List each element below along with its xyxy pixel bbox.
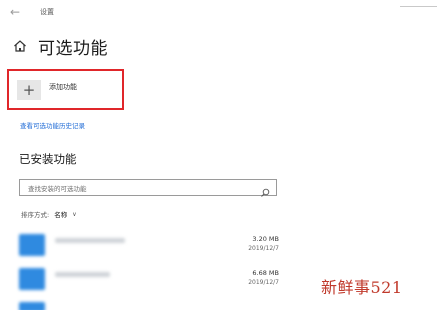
add-feature-button[interactable]: + 添加功能	[17, 80, 77, 100]
feature-app-icon	[19, 268, 45, 290]
add-feature-label: 添加功能	[49, 83, 77, 91]
feature-size: 3.20 MB	[252, 235, 279, 243]
installed-features-heading: 已安装功能	[19, 152, 77, 166]
settings-window: ← 设置 可选功能 + 添加功能 查看可选功能历史记录 已安装功能 查找安装的可…	[0, 0, 437, 310]
title-bar: ← 设置	[0, 0, 437, 26]
feature-app-icon	[19, 234, 45, 256]
feature-date: 2019/12/7	[248, 279, 279, 286]
page-header: 可选功能	[12, 34, 108, 59]
search-icon[interactable]	[260, 183, 270, 197]
feature-date: 2019/12/7	[248, 245, 279, 252]
feature-list-item-partial[interactable]	[19, 300, 279, 310]
sort-label: 排序方式:	[21, 211, 50, 219]
feature-app-icon	[19, 302, 45, 310]
sort-dropdown[interactable]: 名称	[54, 209, 67, 219]
window-title: 设置	[40, 8, 54, 16]
plus-icon: +	[17, 80, 41, 100]
feature-list-item[interactable]: 6.68 MB 2019/12/7	[19, 266, 279, 294]
sort-control: 排序方式: 名称 ∨	[21, 209, 77, 220]
home-icon[interactable]	[12, 38, 28, 54]
search-placeholder: 查找安装的可选功能	[28, 185, 87, 193]
feature-list-item[interactable]: 3.20 MB 2019/12/7	[19, 232, 279, 260]
feature-history-link[interactable]: 查看可选功能历史记录	[20, 120, 85, 130]
feature-name-blurred	[55, 238, 125, 243]
feature-name-blurred	[55, 272, 110, 277]
feature-size: 6.68 MB	[252, 269, 279, 277]
chevron-down-icon[interactable]: ∨	[72, 211, 76, 218]
installed-features-search-input[interactable]: 查找安装的可选功能	[19, 179, 277, 197]
watermark: 新鲜事521	[321, 278, 403, 297]
title-divider	[400, 6, 437, 7]
page-title: 可选功能	[38, 38, 108, 59]
back-arrow-icon[interactable]: ←	[10, 5, 20, 19]
